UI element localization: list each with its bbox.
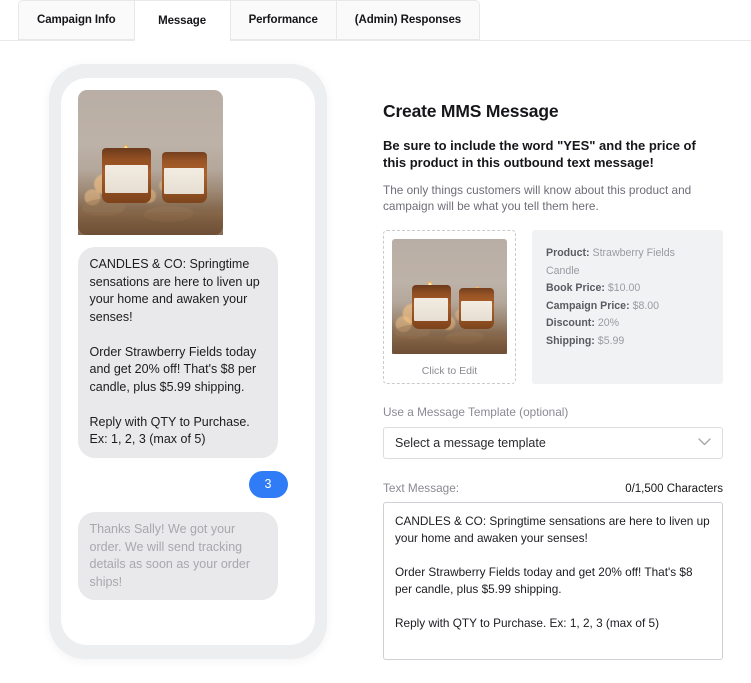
page-title: Create MMS Message xyxy=(383,101,559,121)
product-summary-row: Click to Edit Product: Strawberry Fields… xyxy=(383,230,723,384)
template-field-label: Use a Message Template (optional) xyxy=(383,405,569,419)
message-template-select[interactable]: Select a message template xyxy=(383,427,723,459)
subtitle-text: The only things customers will know abou… xyxy=(383,183,692,213)
discount-value: 20% xyxy=(597,317,620,329)
product-image-edit-button[interactable]: Click to Edit xyxy=(383,230,516,384)
tab-admin-responses[interactable]: (Admin) Responses xyxy=(335,0,481,40)
phone-screen: CANDLES & CO: Springtime sensations are … xyxy=(60,78,315,645)
book-price-row: Book Price: $10.00 xyxy=(546,280,709,298)
tab-label: (Admin) Responses xyxy=(354,14,462,26)
candle-jar-right xyxy=(161,152,207,204)
tab-label: Campaign Info xyxy=(37,14,116,26)
message-bubble-outbound-preview: CANDLES & CO: Springtime sensations are … xyxy=(73,247,278,458)
shipping-label: Shipping: xyxy=(546,334,595,347)
product-thumbnail-image xyxy=(392,239,507,354)
product-name-label: Product: xyxy=(546,247,590,259)
discount-row: Discount: 20% xyxy=(546,315,709,333)
message-row-reply: 3 xyxy=(71,470,305,498)
character-counter: 0/1,500 Characters xyxy=(625,483,723,495)
tab-performance[interactable]: Performance xyxy=(229,0,336,40)
warning-text: Be sure to include the word "YES" and th… xyxy=(383,138,696,170)
discount-label: Discount: xyxy=(546,317,595,329)
tab-campaign-info[interactable]: Campaign Info xyxy=(18,0,134,40)
text-message-label: Text Message: xyxy=(383,481,460,495)
mms-product-image xyxy=(77,90,223,235)
book-price-value: $10.00 xyxy=(607,282,641,294)
tab-label: Performance xyxy=(248,14,318,26)
text-message-input[interactable] xyxy=(383,502,723,660)
tab-message[interactable]: Message xyxy=(133,0,230,41)
page-body: CANDLES & CO: Springtime sensations are … xyxy=(0,41,751,683)
app-page: Campaign Info Message Performance (Admin… xyxy=(0,0,751,683)
shipping-value: $5.99 xyxy=(597,334,625,347)
message-template-selected-value: Select a message template xyxy=(395,436,546,450)
shipping-row: Shipping: $5.99 xyxy=(546,333,709,351)
campaign-price-row: Campaign Price: $8.00 xyxy=(546,298,709,316)
message-bubble-confirmation-preview: Thanks Sally! We got your order. We will… xyxy=(73,512,278,600)
text-message-header-row: Text Message: 0/1,500 Characters xyxy=(383,481,723,495)
tab-bar: Campaign Info Message Performance (Admin… xyxy=(0,0,751,41)
phone-preview-column: CANDLES & CO: Springtime sensations are … xyxy=(0,41,375,683)
product-details-box: Product: Strawberry Fields Candle Book P… xyxy=(532,230,723,384)
click-to-edit-label: Click to Edit xyxy=(421,365,478,377)
phone-mockup: CANDLES & CO: Springtime sensations are … xyxy=(48,64,327,659)
candle-jar-left xyxy=(102,148,152,204)
product-name-row: Product: Strawberry Fields Candle xyxy=(546,245,709,280)
create-message-form: Create MMS Message Be sure to include th… xyxy=(375,41,751,683)
message-bubble-customer-reply: 3 xyxy=(248,470,293,498)
campaign-price-value: $8.00 xyxy=(632,299,660,312)
tab-label: Message xyxy=(158,14,206,27)
chevron-down-icon xyxy=(698,437,711,449)
campaign-price-label: Campaign Price: xyxy=(546,299,630,312)
book-price-label: Book Price: xyxy=(546,282,605,294)
